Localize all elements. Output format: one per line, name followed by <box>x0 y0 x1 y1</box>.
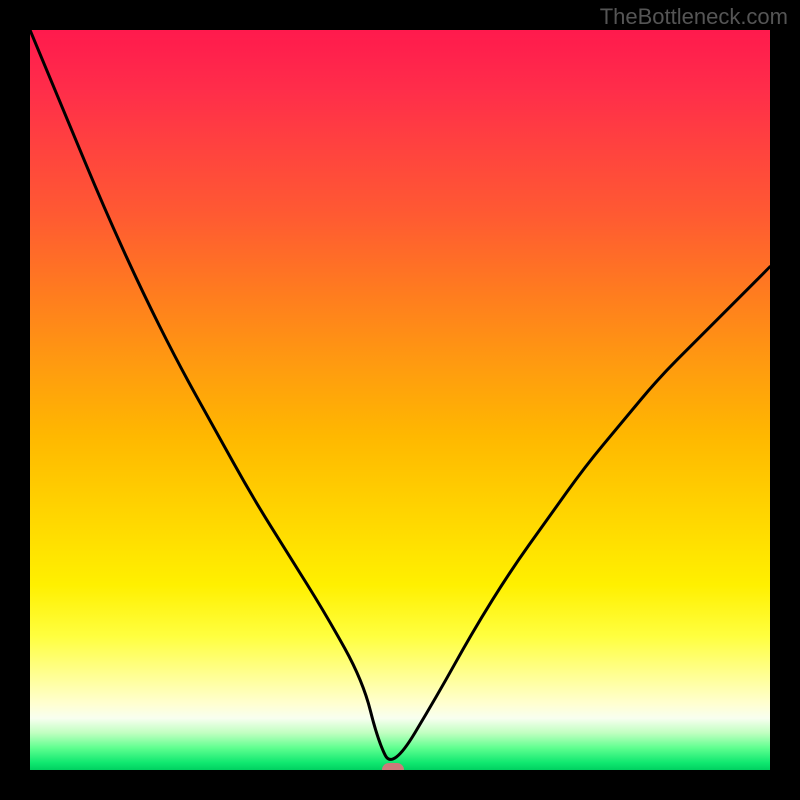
plot-area <box>30 30 770 770</box>
optimal-point-marker <box>382 763 404 770</box>
bottleneck-curve-line <box>30 30 770 759</box>
watermark-text: TheBottleneck.com <box>600 4 788 30</box>
curve-svg <box>30 30 770 770</box>
chart-container: TheBottleneck.com <box>0 0 800 800</box>
